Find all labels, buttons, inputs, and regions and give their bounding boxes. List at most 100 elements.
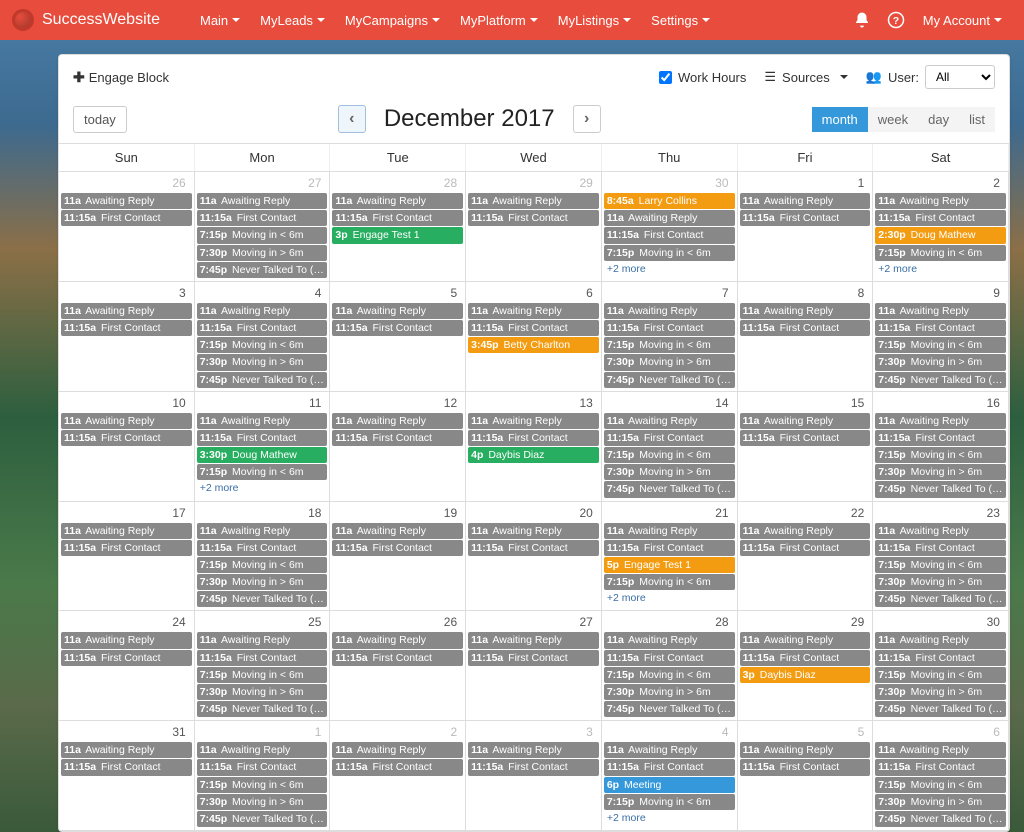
event[interactable]: 11:15a First Contact xyxy=(604,430,735,446)
event[interactable]: 11a Awaiting Reply xyxy=(740,413,871,429)
event[interactable]: 7:15p Moving in < 6m xyxy=(604,337,735,353)
day-cell[interactable]: 411a Awaiting Reply11:15a First Contact7… xyxy=(195,282,331,392)
event[interactable]: 11:15a First Contact xyxy=(197,320,328,336)
event[interactable]: 5p Engage Test 1 xyxy=(604,557,735,573)
event[interactable]: 7:30p Moving in > 6m xyxy=(604,354,735,370)
day-cell[interactable]: 2911a Awaiting Reply11:15a First Contact xyxy=(466,172,602,282)
event[interactable]: 7:30p Moving in > 6m xyxy=(875,574,1006,590)
day-cell[interactable]: 3011a Awaiting Reply11:15a First Contact… xyxy=(873,611,1009,721)
event[interactable]: 7:45p Never Talked To (first xyxy=(875,701,1006,717)
event[interactable]: 11a Awaiting Reply xyxy=(740,193,871,209)
event[interactable]: 11:15a First Contact xyxy=(740,540,871,556)
event[interactable]: 7:30p Moving in > 6m xyxy=(197,354,328,370)
day-cell[interactable]: 811a Awaiting Reply11:15a First Contact xyxy=(738,282,874,392)
event[interactable]: 11a Awaiting Reply xyxy=(61,193,192,209)
event[interactable]: 11a Awaiting Reply xyxy=(604,413,735,429)
event[interactable]: 11:15a First Contact xyxy=(468,540,599,556)
event[interactable]: 11:15a First Contact xyxy=(875,650,1006,666)
event[interactable]: 11:15a First Contact xyxy=(875,540,1006,556)
day-cell[interactable]: 111a Awaiting Reply11:15a First Contact xyxy=(738,172,874,282)
day-cell[interactable]: 311a Awaiting Reply11:15a First Contact xyxy=(466,721,602,831)
event[interactable]: 7:30p Moving in > 6m xyxy=(197,684,328,700)
event[interactable]: 11a Awaiting Reply xyxy=(468,303,599,319)
event[interactable]: 7:15p Moving in < 6m xyxy=(604,447,735,463)
event[interactable]: 7:45p Never Talked To (first xyxy=(197,591,328,607)
event[interactable]: 7:45p Never Talked To (first xyxy=(604,372,735,388)
event[interactable]: 11a Awaiting Reply xyxy=(197,413,328,429)
event[interactable]: 7:45p Never Talked To (first xyxy=(875,372,1006,388)
event[interactable]: 11:15a First Contact xyxy=(61,430,192,446)
view-list[interactable]: list xyxy=(959,107,995,132)
more-link[interactable]: +2 more xyxy=(604,262,735,276)
day-cell[interactable]: 2211a Awaiting Reply11:15a First Contact xyxy=(738,502,874,612)
event[interactable]: 11a Awaiting Reply xyxy=(875,632,1006,648)
event[interactable]: 7:30p Moving in > 6m xyxy=(875,794,1006,810)
event[interactable]: 11a Awaiting Reply xyxy=(468,413,599,429)
view-day[interactable]: day xyxy=(918,107,959,132)
event[interactable]: 7:30p Moving in > 6m xyxy=(604,464,735,480)
event[interactable]: 11a Awaiting Reply xyxy=(332,413,463,429)
event[interactable]: 7:15p Moving in < 6m xyxy=(197,667,328,683)
prev-button[interactable]: ‹ xyxy=(338,105,366,133)
day-cell[interactable]: 1611a Awaiting Reply11:15a First Contact… xyxy=(873,392,1009,502)
day-cell[interactable]: 2811a Awaiting Reply11:15a First Contact… xyxy=(602,611,738,721)
event[interactable]: 7:30p Moving in > 6m xyxy=(197,794,328,810)
event[interactable]: 11a Awaiting Reply xyxy=(332,303,463,319)
event[interactable]: 7:30p Moving in > 6m xyxy=(875,464,1006,480)
event[interactable]: 7:15p Moving in < 6m xyxy=(875,777,1006,793)
event[interactable]: 11:15a First Contact xyxy=(468,320,599,336)
event[interactable]: 7:15p Moving in < 6m xyxy=(604,245,735,261)
event[interactable]: 7:15p Moving in < 6m xyxy=(197,337,328,353)
event[interactable]: 11a Awaiting Reply xyxy=(61,303,192,319)
event[interactable]: 7:15p Moving in < 6m xyxy=(875,245,1006,261)
event[interactable]: 11a Awaiting Reply xyxy=(468,742,599,758)
event[interactable]: 11:15a First Contact xyxy=(604,759,735,775)
event[interactable]: 8:45a Larry Collins xyxy=(604,193,735,209)
day-cell[interactable]: 3111a Awaiting Reply11:15a First Contact xyxy=(59,721,195,831)
day-cell[interactable]: 1911a Awaiting Reply11:15a First Contact xyxy=(330,502,466,612)
event[interactable]: 7:30p Moving in > 6m xyxy=(197,245,328,261)
day-cell[interactable]: 2811a Awaiting Reply11:15a First Contact… xyxy=(330,172,466,282)
work-hours-filter[interactable]: Work Hours xyxy=(659,70,746,85)
bell-icon[interactable] xyxy=(845,3,879,37)
view-week[interactable]: week xyxy=(868,107,918,132)
event[interactable]: 7:30p Moving in > 6m xyxy=(875,354,1006,370)
event[interactable]: 11a Awaiting Reply xyxy=(332,523,463,539)
day-cell[interactable]: 1211a Awaiting Reply11:15a First Contact xyxy=(330,392,466,502)
event[interactable]: 11:15a First Contact xyxy=(604,540,735,556)
next-button[interactable]: › xyxy=(573,105,601,133)
nav-mylistings[interactable]: MyListings xyxy=(548,0,641,40)
more-link[interactable]: +2 more xyxy=(875,262,1006,276)
nav-settings[interactable]: Settings xyxy=(641,0,720,40)
day-cell[interactable]: 611a Awaiting Reply11:15a First Contact7… xyxy=(873,721,1009,831)
event[interactable]: 11:15a First Contact xyxy=(468,650,599,666)
event[interactable]: 7:30p Moving in > 6m xyxy=(604,684,735,700)
event[interactable]: 11a Awaiting Reply xyxy=(197,303,328,319)
event[interactable]: 11:15a First Contact xyxy=(332,430,463,446)
day-cell[interactable]: 211a Awaiting Reply11:15a First Contact xyxy=(330,721,466,831)
event[interactable]: 11:15a First Contact xyxy=(468,759,599,775)
day-cell[interactable]: 2411a Awaiting Reply11:15a First Contact xyxy=(59,611,195,721)
help-icon[interactable]: ? xyxy=(879,3,913,37)
view-month[interactable]: month xyxy=(812,107,868,132)
event[interactable]: 7:15p Moving in < 6m xyxy=(875,667,1006,683)
nav-main[interactable]: Main xyxy=(190,0,250,40)
today-button[interactable]: today xyxy=(73,106,127,133)
sources-filter[interactable]: ☰Sources xyxy=(764,69,847,85)
event[interactable]: 11a Awaiting Reply xyxy=(332,742,463,758)
event[interactable]: 11:15a First Contact xyxy=(61,759,192,775)
day-cell[interactable]: 308:45a Larry Collins11a Awaiting Reply1… xyxy=(602,172,738,282)
event[interactable]: 11:15a First Contact xyxy=(332,210,463,226)
event[interactable]: 11a Awaiting Reply xyxy=(332,193,463,209)
event[interactable]: 11a Awaiting Reply xyxy=(61,742,192,758)
event[interactable]: 7:15p Moving in < 6m xyxy=(875,337,1006,353)
nav-myleads[interactable]: MyLeads xyxy=(250,0,335,40)
day-cell[interactable]: 1711a Awaiting Reply11:15a First Contact xyxy=(59,502,195,612)
day-cell[interactable]: 2011a Awaiting Reply11:15a First Contact xyxy=(466,502,602,612)
event[interactable]: 7:45p Never Talked To (first xyxy=(604,481,735,497)
event[interactable]: 11a Awaiting Reply xyxy=(197,523,328,539)
event[interactable]: 11:15a First Contact xyxy=(197,430,328,446)
event[interactable]: 11:15a First Contact xyxy=(740,320,871,336)
nav-myplatform[interactable]: MyPlatform xyxy=(450,0,548,40)
day-cell[interactable]: 911a Awaiting Reply11:15a First Contact7… xyxy=(873,282,1009,392)
